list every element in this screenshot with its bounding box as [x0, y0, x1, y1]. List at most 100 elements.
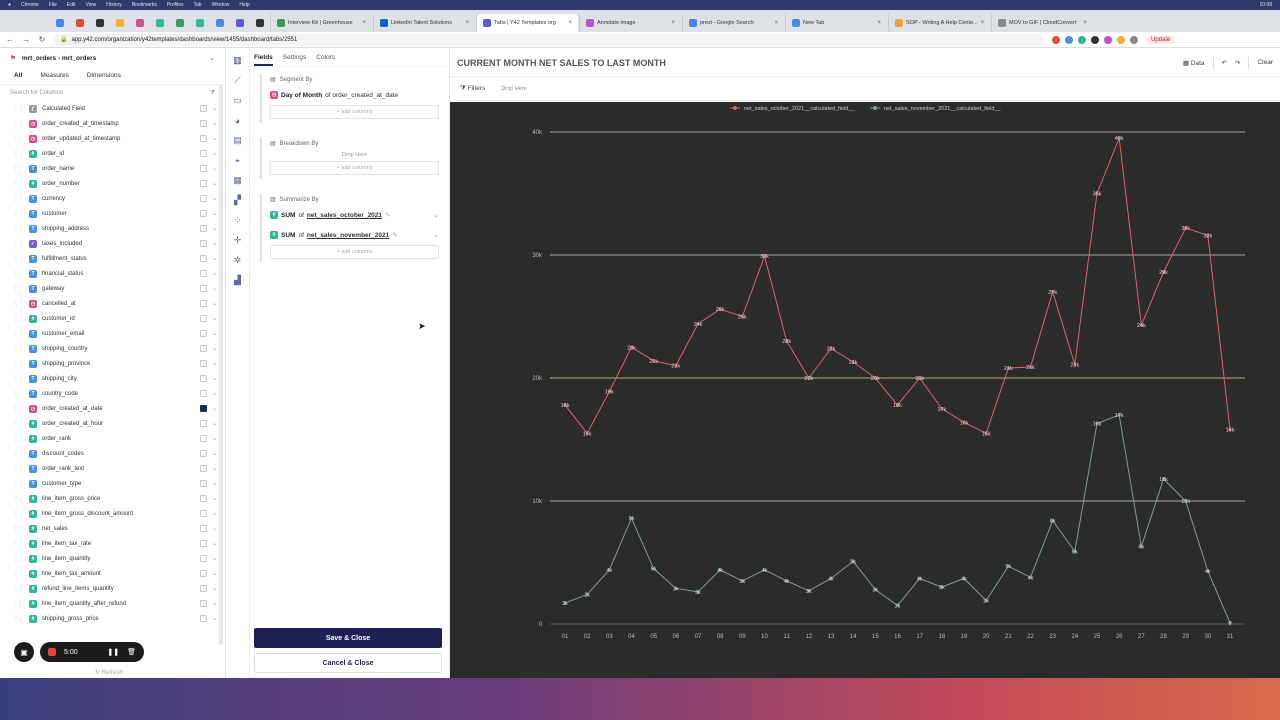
- field-checkbox[interactable]: [199, 135, 207, 142]
- tab-settings[interactable]: Settings: [283, 54, 307, 61]
- field-row[interactable]: ⋮⋮ Tcountry_code ⌄: [0, 386, 225, 401]
- tab-measures[interactable]: Measures: [40, 72, 69, 79]
- field-row[interactable]: ⋮⋮ # line_item_gross_price ⌄: [0, 491, 225, 506]
- chevron-down-icon[interactable]: ⌄: [212, 570, 217, 577]
- chevron-down-icon[interactable]: ⌄: [212, 315, 217, 322]
- browser-tab[interactable]: MOV to GIF | CloudConvert ×: [991, 14, 1093, 32]
- field-checkbox[interactable]: [199, 150, 207, 157]
- browser-tab[interactable]: Tabs | Y42 Templates org ×: [476, 14, 578, 32]
- url-field[interactable]: 🔒 app.y42.com/organization/y42templates/…: [54, 33, 1044, 46]
- menubar-item[interactable]: Window: [212, 2, 230, 8]
- drag-handle-icon[interactable]: ⋮⋮: [12, 300, 24, 307]
- drag-handle-icon[interactable]: ⋮⋮: [12, 165, 24, 172]
- chevron-down-icon[interactable]: ⌄: [212, 345, 217, 352]
- field-checkbox[interactable]: [199, 390, 207, 397]
- field-row[interactable]: ⋮⋮ # order_rank ⌄: [0, 431, 225, 446]
- drag-handle-icon[interactable]: ⋮⋮: [12, 105, 24, 112]
- field-row[interactable]: ⋮⋮ ✓ taxes_included ⌄: [0, 236, 225, 251]
- field-checkbox[interactable]: [199, 540, 207, 547]
- pinned-tab[interactable]: [190, 14, 209, 32]
- chevron-down-icon[interactable]: ⌄: [212, 225, 217, 232]
- apple-icon[interactable]: ●: [8, 2, 11, 8]
- add-columns-button[interactable]: + add columns: [270, 161, 439, 175]
- drag-handle-icon[interactable]: ⋮⋮: [12, 600, 24, 607]
- drag-handle-icon[interactable]: ⋮⋮: [12, 360, 24, 367]
- legend-label[interactable]: net_sales_november_2021__calculated_fiel…: [884, 106, 1001, 112]
- field-checkbox[interactable]: [199, 525, 207, 532]
- field-checkbox[interactable]: [199, 450, 207, 457]
- drag-handle-icon[interactable]: ⋮⋮: [12, 540, 24, 547]
- field-row[interactable]: ⋮⋮ Tshipping_address ⌄: [0, 221, 225, 236]
- avatar[interactable]: [1130, 35, 1138, 44]
- chevron-down-icon[interactable]: ⌄: [434, 211, 439, 219]
- map-icon[interactable]: ✲: [232, 255, 243, 266]
- field-checkbox[interactable]: [199, 615, 207, 622]
- camera-icon[interactable]: ▣: [14, 642, 34, 662]
- extension-icon[interactable]: [1091, 35, 1099, 44]
- field-row[interactable]: ⋮⋮ Torder_name ⌄: [0, 161, 225, 176]
- field-row[interactable]: ⋮⋮ # refund_line_items_quantity ⌄: [0, 581, 225, 596]
- chevron-down-icon[interactable]: ⌄: [212, 120, 217, 127]
- extension-icon[interactable]: [1052, 35, 1060, 44]
- scatter-icon[interactable]: ⁘: [232, 215, 243, 226]
- chevron-down-icon[interactable]: ⌄: [212, 240, 217, 247]
- field-row[interactable]: ⋮⋮ # shipping_gross_price ⌄: [0, 611, 225, 626]
- legend-label[interactable]: net_sales_october_2021__calculated_field…: [744, 106, 855, 112]
- chevron-down-icon[interactable]: ⌄: [212, 615, 217, 622]
- field-row[interactable]: ⋮⋮ Tfulfillment_status ⌄: [0, 251, 225, 266]
- extension-icon[interactable]: [1117, 35, 1125, 44]
- field-checkbox[interactable]: [199, 105, 207, 112]
- chevron-down-icon[interactable]: ⌄: [212, 180, 217, 187]
- field-row[interactable]: ⋮⋮ ◷ cancelled_at ⌄: [0, 296, 225, 311]
- chevron-down-icon[interactable]: ⌄: [212, 435, 217, 442]
- field-row[interactable]: ⋮⋮ Tcurrency ⌄: [0, 191, 225, 206]
- drag-handle-icon[interactable]: ⋮⋮: [12, 345, 24, 352]
- drag-handle-icon[interactable]: ⋮⋮: [12, 525, 24, 532]
- menubar-item[interactable]: Chrome: [21, 2, 39, 8]
- chevron-down-icon[interactable]: ⌄: [212, 555, 217, 562]
- drag-handle-icon[interactable]: ⋮⋮: [12, 435, 24, 442]
- chevron-down-icon[interactable]: ⌄: [212, 255, 217, 262]
- reload-icon[interactable]: ↻: [38, 35, 46, 44]
- drag-handle-icon[interactable]: ⋮⋮: [12, 465, 24, 472]
- chevron-down-icon[interactable]: ⌄: [212, 285, 217, 292]
- chevron-down-icon[interactable]: ⌄: [212, 540, 217, 547]
- chevron-down-icon[interactable]: ⌄: [212, 360, 217, 367]
- field-row[interactable]: ⋮⋮ # order_id ⌄: [0, 146, 225, 161]
- browser-tab[interactable]: Annotate image ×: [579, 14, 681, 32]
- field-row[interactable]: ⋮⋮ Tcustomer_email ⌄: [0, 326, 225, 341]
- field-checkbox[interactable]: [199, 255, 207, 262]
- field-checkbox[interactable]: [199, 195, 207, 202]
- segment-field[interactable]: ◷ Day of Month of order_created_at_date: [270, 88, 439, 102]
- field-row[interactable]: ⋮⋮ Tcustomer ⌄: [0, 206, 225, 221]
- filters-drop-zone[interactable]: Drop Here: [501, 86, 526, 92]
- add-columns-button[interactable]: + add columns: [270, 245, 439, 259]
- tab-fields[interactable]: Fields: [254, 54, 273, 66]
- field-checkbox[interactable]: [199, 570, 207, 577]
- field-row[interactable]: ⋮⋮ # line_item_gross_discount_amount ⌄: [0, 506, 225, 521]
- chevron-down-icon[interactable]: ⌄: [212, 465, 217, 472]
- drag-handle-icon[interactable]: ⋮⋮: [12, 135, 24, 142]
- line-chart-icon[interactable]: ⟋: [232, 75, 243, 86]
- chevron-down-icon[interactable]: ⌄: [212, 270, 217, 277]
- trash-icon[interactable]: 🗑: [127, 648, 136, 656]
- field-row[interactable]: ⋮⋮ Tgateway ⌄: [0, 281, 225, 296]
- drag-handle-icon[interactable]: ⋮⋮: [12, 240, 24, 247]
- field-row[interactable]: ⋮⋮ # line_item_quantity_after_refund ⌄: [0, 596, 225, 611]
- forward-icon[interactable]: →: [22, 35, 30, 44]
- drag-handle-icon[interactable]: ⋮⋮: [12, 405, 24, 412]
- field-checkbox[interactable]: [199, 405, 207, 412]
- scrollbar[interactable]: [219, 85, 223, 645]
- close-icon[interactable]: ×: [465, 20, 469, 26]
- field-row[interactable]: ⋮⋮ Tfinancial_status ⌄: [0, 266, 225, 281]
- pause-icon[interactable]: ❚❚: [107, 648, 119, 656]
- browser-tab[interactable]: New Tab ×: [785, 14, 887, 32]
- data-button[interactable]: ▦ Data: [1183, 59, 1205, 67]
- field-row[interactable]: ⋮⋮ # order_number ⌄: [0, 176, 225, 191]
- field-checkbox[interactable]: [199, 420, 207, 427]
- field-row[interactable]: ⋮⋮ ◷ order_created_at_timestamp ⌄: [0, 116, 225, 131]
- pie-chart-icon[interactable]: ◕: [232, 115, 243, 126]
- field-row[interactable]: ⋮⋮ Tcustomer_type ⌄: [0, 476, 225, 491]
- pinned-tab[interactable]: [210, 14, 229, 32]
- menubar-item[interactable]: Help: [239, 2, 249, 8]
